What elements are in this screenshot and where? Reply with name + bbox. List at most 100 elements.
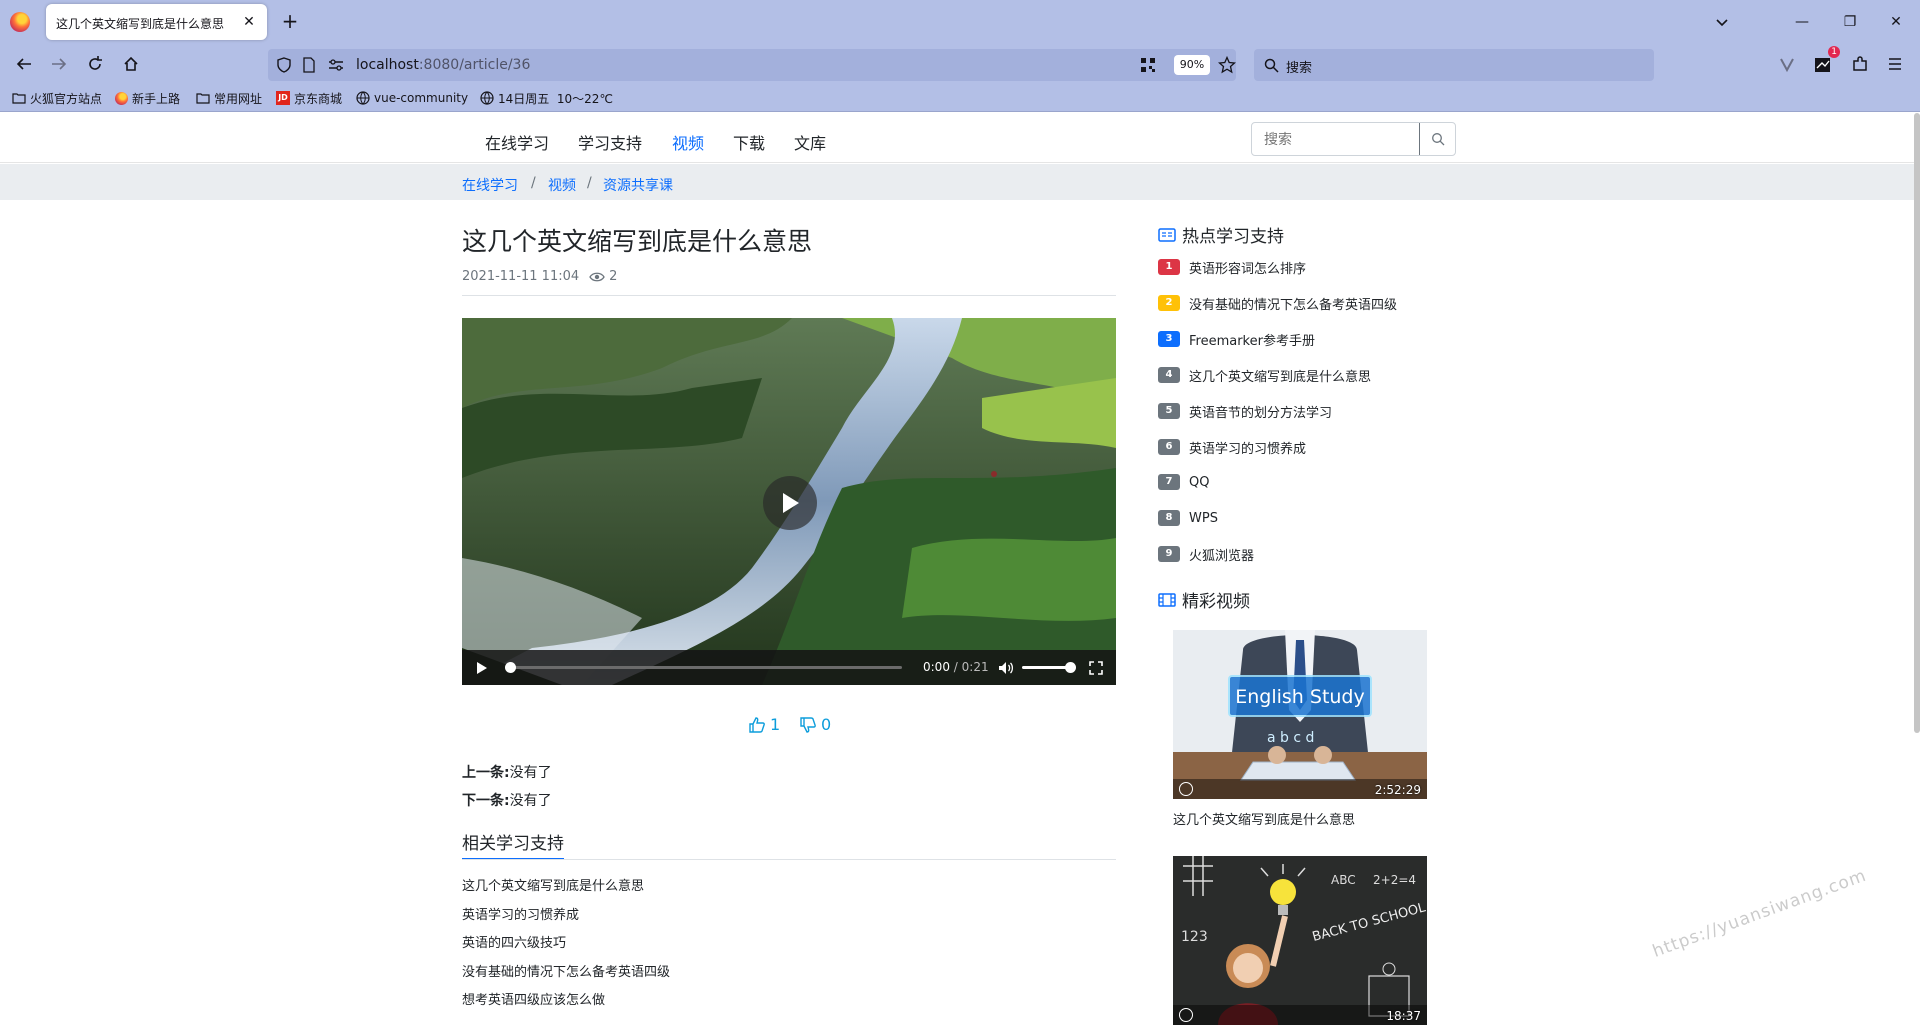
bookmark-item[interactable]: vue-community (356, 89, 468, 107)
video-volume-handle[interactable] (1065, 662, 1076, 673)
hot-item[interactable]: 8 WPS (1158, 509, 1218, 527)
video-card[interactable]: English Study a b c d 2:52:29 (1173, 630, 1427, 799)
zoom-badge[interactable]: 90% (1174, 55, 1210, 75)
rank-badge: 7 (1158, 474, 1180, 490)
rank-badge: 8 (1158, 510, 1180, 526)
extensions-puzzle-icon[interactable] (1847, 51, 1873, 77)
video-card-title[interactable]: 这几个英文缩写到底是什么意思 (1173, 809, 1355, 828)
bookmark-item[interactable]: 火狐官方站点 (12, 89, 102, 107)
permissions-icon[interactable] (328, 58, 344, 72)
next-value: 没有了 (509, 793, 552, 809)
video-progress-handle[interactable] (505, 662, 516, 673)
page-scrollbar[interactable] (1914, 113, 1920, 733)
related-item[interactable]: 英语学习的习惯养成 (462, 904, 579, 923)
nav-learning-support[interactable]: 学习支持 (578, 130, 642, 154)
bookmarks-toolbar: 火狐官方站点 新手上路 常用网址 JD 京东商城 vue-community 1… (0, 83, 1920, 112)
globe-icon (356, 91, 370, 105)
tab-list-chevron-icon[interactable] (1712, 12, 1732, 32)
url-text: localhost:8080/article/36 (356, 57, 531, 73)
back-arrow-icon[interactable] (11, 51, 37, 77)
like-button[interactable]: 1 (748, 715, 780, 734)
video-player[interactable]: 0:00 / 0:21 (462, 318, 1116, 685)
hot-item[interactable]: 4 这几个英文缩写到底是什么意思 (1158, 366, 1371, 385)
browser-tab-bar: 这几个英文缩写到底是什么意思 ✕ + — ❐ ✕ (0, 0, 1920, 45)
list-icon (1158, 227, 1176, 242)
forward-arrow-icon[interactable] (46, 51, 72, 77)
pocket-icon[interactable] (1774, 51, 1800, 77)
like-count: 1 (770, 715, 781, 734)
site-navbar: 在线学习 学习支持 视频 下载 文库 (0, 113, 1914, 163)
nav-download[interactable]: 下载 (733, 130, 765, 154)
tab-close-icon[interactable]: ✕ (239, 12, 259, 32)
nav-online-learning[interactable]: 在线学习 (485, 130, 549, 154)
qr-code-icon[interactable] (1140, 57, 1156, 73)
extension-notify-icon[interactable]: 1 (1810, 46, 1840, 77)
view-count: 2 (609, 269, 618, 284)
related-item[interactable]: 没有基础的情况下怎么备考英语四级 (462, 961, 670, 980)
breadcrumb-video[interactable]: 视频 (548, 175, 576, 195)
article-date: 2021-11-11 11:04 (462, 269, 580, 284)
url-bar[interactable]: localhost:8080/article/36 90% (268, 49, 1236, 81)
video-volume-slider[interactable] (1022, 666, 1070, 669)
jd-logo-icon: JD (276, 91, 290, 105)
firefox-logo-icon[interactable] (10, 12, 30, 32)
rank-badge: 2 (1158, 295, 1180, 311)
divider (462, 295, 1116, 296)
new-tab-button[interactable]: + (278, 10, 302, 34)
hot-item[interactable]: 5 英语音节的划分方法学习 (1158, 402, 1332, 421)
nav-library[interactable]: 文库 (794, 130, 826, 154)
bookmark-star-icon[interactable] (1218, 56, 1236, 74)
restore-button[interactable]: ❐ (1838, 10, 1862, 34)
bookmark-item[interactable]: JD 京东商城 (276, 89, 342, 107)
play-circle-icon (1179, 1008, 1193, 1022)
site-search-input[interactable] (1252, 123, 1420, 155)
page-viewport: 在线学习 学习支持 视频 下载 文库 在线学习 / 视频 / 资源共享课 这几个… (0, 113, 1920, 1032)
video-card[interactable]: 2+2=4 ABC 123 BACK TO SCHOOL 18:37 (1173, 856, 1427, 1025)
related-item[interactable]: 想考英语四级应该怎么做 (462, 989, 605, 1008)
rank-badge: 4 (1158, 367, 1180, 383)
browser-nav-bar: localhost:8080/article/36 90% 搜索 1 (0, 45, 1920, 83)
hot-item[interactable]: 6 英语学习的习惯养成 (1158, 438, 1306, 457)
film-icon (1158, 592, 1176, 607)
minimize-button[interactable]: — (1790, 10, 1814, 34)
hot-item[interactable]: 3 Freemarker参考手册 (1158, 330, 1315, 349)
site-search (1251, 122, 1456, 156)
video-fullscreen-button[interactable] (1086, 658, 1106, 678)
video-mute-button[interactable] (996, 658, 1016, 678)
menu-hamburger-icon[interactable] (1882, 51, 1908, 77)
svg-text:2+2=4: 2+2=4 (1373, 873, 1416, 887)
search-icon (1431, 133, 1444, 146)
bookmark-item[interactable]: 14日周五 10～22℃ (480, 89, 613, 107)
reload-icon[interactable] (82, 51, 108, 77)
fullscreen-icon (1089, 661, 1103, 675)
breadcrumb-online-learning[interactable]: 在线学习 (462, 175, 518, 195)
video-progress-bar[interactable] (510, 666, 902, 669)
shield-icon[interactable] (276, 57, 292, 73)
close-window-button[interactable]: ✕ (1884, 10, 1908, 34)
video-play-button[interactable] (472, 658, 492, 678)
browser-tab[interactable]: 这几个英文缩写到底是什么意思 ✕ (46, 4, 267, 40)
globe-icon (480, 91, 494, 105)
breadcrumb-resource-course[interactable]: 资源共享课 (603, 175, 673, 195)
thumb-caption: English Study (1235, 686, 1365, 708)
hot-item[interactable]: 1 英语形容词怎么排序 (1158, 258, 1306, 277)
hot-item[interactable]: 7 QQ (1158, 473, 1209, 491)
site-search-button[interactable] (1419, 123, 1455, 155)
breadcrumb-separator: / (587, 175, 592, 191)
search-icon (1264, 58, 1279, 73)
bookmark-item[interactable]: 常用网址 (196, 89, 262, 107)
hot-item[interactable]: 2 没有基础的情况下怎么备考英语四级 (1158, 294, 1397, 313)
home-icon[interactable] (118, 51, 144, 77)
dislike-button[interactable]: 0 (799, 715, 831, 734)
breadcrumb-separator: / (531, 175, 536, 191)
article-title: 这几个英文缩写到底是什么意思 (462, 227, 813, 256)
video-play-overlay-button[interactable] (763, 476, 817, 530)
folder-icon (12, 93, 26, 104)
related-item[interactable]: 英语的四六级技巧 (462, 932, 566, 951)
hot-item[interactable]: 9 火狐浏览器 (1158, 545, 1254, 564)
nav-video[interactable]: 视频 (672, 130, 704, 154)
dislike-count: 0 (821, 715, 832, 734)
related-item[interactable]: 这几个英文缩写到底是什么意思 (462, 875, 644, 894)
browser-search-bar[interactable]: 搜索 (1254, 49, 1654, 81)
bookmark-item[interactable]: 新手上路 (115, 89, 180, 107)
